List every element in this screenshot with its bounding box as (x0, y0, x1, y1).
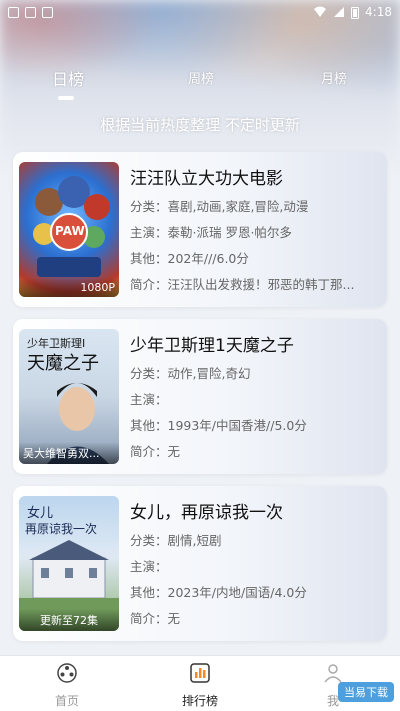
watermark: 当易下载 (338, 682, 394, 702)
status-bar: 4:18 (0, 0, 400, 24)
movie-title[interactable]: 少年卫斯理1天魔之子 (130, 331, 294, 356)
movie-other: 其他：2023年/内地/国语/4.0分 (130, 585, 307, 600)
movie-poster[interactable]: PAW 1080P (19, 162, 119, 297)
quality-badge: 1080P (19, 278, 119, 297)
movie-title[interactable]: 女儿，再原谅我一次 (130, 498, 283, 523)
movie-genre: 分类：剧情,短剧 (130, 533, 222, 548)
status-left-icons (8, 6, 53, 18)
film-reel-icon (57, 663, 77, 683)
poster-logo: PAW (55, 224, 85, 238)
movie-card[interactable]: 少年卫斯理I 天魔之子 吴大维智勇双... 少年卫斯理1天魔之子 分类：动作,冒… (13, 319, 387, 474)
battery-icon (351, 6, 360, 19)
nav-home[interactable]: 首页 (27, 662, 107, 709)
movie-intro: 简介：汪汪队出发救援！邪恶的韩丁那... (130, 277, 355, 292)
status-time: 4:18 (365, 5, 392, 19)
movie-cast: 主演： (130, 559, 168, 574)
movie-intro: 简介：无 (130, 611, 181, 626)
ranking-subtitle: 根据当前热度整理 不定时更新 (100, 116, 300, 134)
movie-card[interactable]: PAW 1080P 汪汪队立大功大电影 分类：喜剧,动画,家庭,冒险,动漫 主演… (13, 152, 387, 307)
movie-cast: 主演： (130, 392, 168, 407)
movie-cast: 主演：泰勒·派瑞 罗恩·帕尔多 (130, 225, 292, 240)
tab-monthly[interactable]: 月榜 (321, 68, 347, 87)
nav-ranking-label: 排行榜 (181, 694, 218, 708)
tab-daily[interactable]: 日榜 (52, 66, 84, 90)
nav-ranking[interactable]: 排行榜 (160, 662, 240, 709)
wifi-icon (314, 6, 327, 17)
movie-poster[interactable]: 女儿 再原谅我一次 更新至72集 (19, 496, 119, 631)
tab-weekly[interactable]: 周榜 (188, 68, 214, 87)
image-icon (25, 6, 36, 18)
movie-intro: 简介：无 (130, 444, 181, 459)
download-icon (42, 6, 53, 18)
movie-other: 其他：202年///6.0分 (130, 251, 249, 266)
status-right: 4:18 (313, 5, 392, 19)
nav-home-label: 首页 (54, 694, 79, 708)
signal-icon (334, 7, 345, 17)
movie-poster[interactable]: 少年卫斯理I 天魔之子 吴大维智勇双... (19, 329, 119, 464)
movie-title[interactable]: 汪汪队立大功大电影 (130, 164, 283, 189)
ranking-tabs: 日榜 周榜 月榜 (0, 62, 400, 102)
tab-indicator (58, 96, 74, 100)
poster-caption: 吴大维智勇双... (19, 442, 119, 464)
episode-badge: 更新至72集 (19, 609, 119, 631)
movie-genre: 分类：动作,冒险,奇幻 (130, 366, 251, 381)
movie-card[interactable]: 女儿 再原谅我一次 更新至72集 女儿，再原谅我一次 分类：剧情,短剧 主演： … (13, 486, 387, 641)
ranking-icon (190, 663, 210, 683)
movie-genre: 分类：喜剧,动画,家庭,冒险,动漫 (130, 199, 309, 214)
notification-icon (8, 6, 19, 18)
profile-icon (324, 664, 342, 683)
movie-other: 其他：1993年/中国香港//5.0分 (130, 418, 307, 433)
